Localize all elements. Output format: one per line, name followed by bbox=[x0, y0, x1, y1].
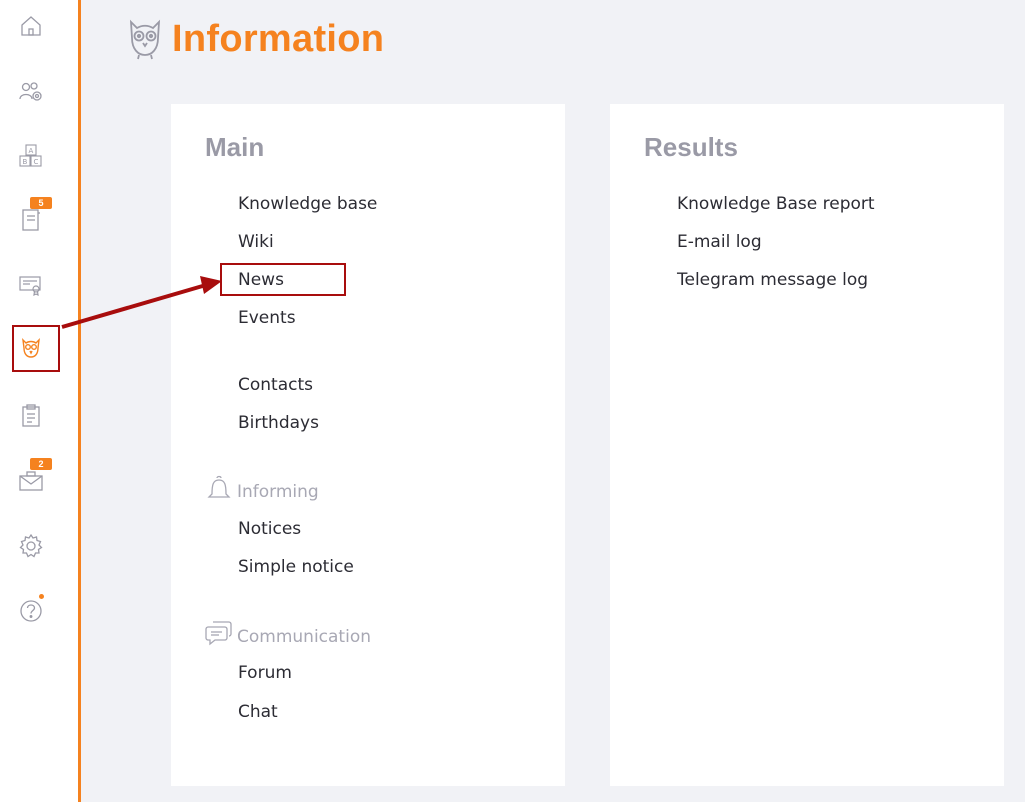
results-heading: Results bbox=[644, 132, 738, 162]
sidebar-item-home[interactable] bbox=[14, 9, 48, 43]
home-icon bbox=[21, 16, 41, 36]
link-knowledge-base[interactable]: Knowledge base bbox=[238, 194, 377, 214]
sidebar-item-certificates[interactable] bbox=[14, 268, 48, 302]
main-panel: Main Knowledge base Wiki News Events Con… bbox=[171, 104, 565, 786]
messages-badge: 2 bbox=[30, 458, 52, 470]
link-contacts[interactable]: Contacts bbox=[238, 375, 313, 395]
link-simple-notice[interactable]: Simple notice bbox=[238, 557, 354, 577]
sidebar-item-settings[interactable] bbox=[14, 529, 48, 563]
bell-icon bbox=[207, 475, 231, 498]
section-informing: Informing bbox=[205, 474, 319, 502]
main-heading: Main bbox=[205, 132, 265, 162]
svg-text:B: B bbox=[23, 158, 28, 166]
gear-icon bbox=[19, 533, 43, 558]
clipboard-icon bbox=[22, 404, 40, 427]
page-header: Information bbox=[126, 16, 384, 62]
link-forum[interactable]: Forum bbox=[238, 663, 292, 683]
section-informing-label: Informing bbox=[237, 482, 319, 502]
sidebar: A B C 5 2 bbox=[0, 0, 81, 802]
courses-badge: 5 bbox=[30, 197, 52, 209]
certificate-icon bbox=[19, 276, 41, 297]
sidebar-item-tasks[interactable] bbox=[14, 399, 48, 433]
results-panel: Results Knowledge Base report E-mail log… bbox=[610, 104, 1004, 786]
app-window: A B C 5 2 Information Main Knowledge bas… bbox=[0, 0, 1025, 802]
section-communication: Communication bbox=[205, 619, 371, 647]
owl-icon bbox=[129, 19, 161, 60]
annotation-highlight-sidebar bbox=[12, 325, 60, 372]
link-email-log[interactable]: E-mail log bbox=[677, 232, 762, 252]
link-events[interactable]: Events bbox=[238, 308, 296, 328]
sidebar-item-courses[interactable]: 5 bbox=[14, 197, 52, 237]
help-notification-dot bbox=[39, 594, 44, 599]
svg-text:C: C bbox=[34, 158, 39, 166]
sidebar-item-help[interactable] bbox=[14, 593, 48, 627]
sidebar-item-users[interactable] bbox=[14, 75, 48, 109]
link-chat[interactable]: Chat bbox=[238, 702, 278, 722]
link-wiki[interactable]: Wiki bbox=[238, 232, 274, 252]
svg-text:A: A bbox=[29, 147, 34, 155]
link-notices[interactable]: Notices bbox=[238, 519, 301, 539]
link-kb-report[interactable]: Knowledge Base report bbox=[677, 194, 875, 214]
page-title: Information bbox=[172, 17, 385, 60]
sidebar-item-dictionaries[interactable]: A B C bbox=[14, 139, 48, 173]
mail-case-icon bbox=[19, 471, 43, 491]
users-settings-icon bbox=[19, 82, 42, 101]
abc-blocks-icon: A B C bbox=[19, 144, 42, 167]
link-birthdays[interactable]: Birthdays bbox=[238, 413, 319, 433]
section-communication-label: Communication bbox=[237, 627, 371, 647]
sidebar-item-messages[interactable]: 2 bbox=[14, 458, 52, 498]
chat-bubbles-icon bbox=[205, 621, 232, 646]
notebook-icon bbox=[22, 209, 40, 231]
link-telegram-log[interactable]: Telegram message log bbox=[677, 270, 868, 290]
annotation-highlight-news bbox=[220, 263, 346, 296]
help-icon bbox=[20, 600, 42, 622]
